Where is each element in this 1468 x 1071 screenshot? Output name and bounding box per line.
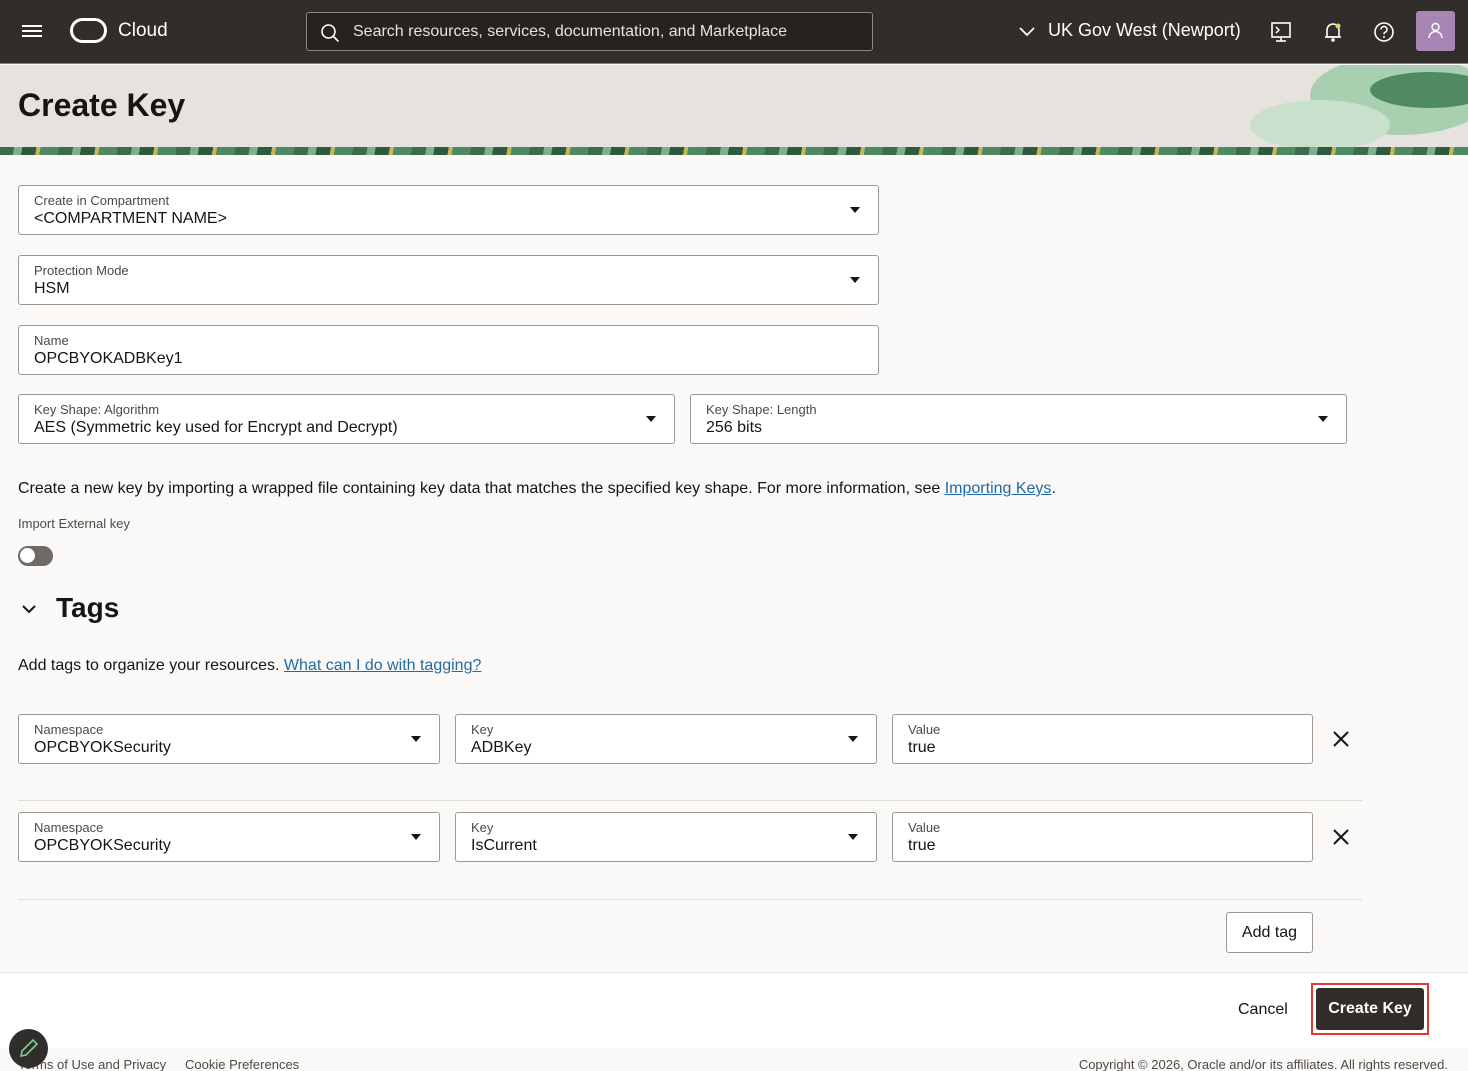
tag-namespace-select[interactable]: Namespace OPCBYOKSecurity	[18, 714, 440, 764]
tag-key-label: Key	[471, 722, 494, 737]
cookie-preferences-link[interactable]: Cookie Preferences	[185, 1057, 299, 1071]
toggle-knob	[20, 548, 35, 563]
help-icon[interactable]	[1370, 18, 1398, 46]
key-length-value: 256 bits	[706, 419, 763, 436]
protection-mode-value: HSM	[34, 280, 70, 297]
namespace-label: Namespace	[34, 820, 104, 835]
cloud-shell-icon[interactable]	[1267, 18, 1295, 46]
protection-mode-label: Protection Mode	[34, 263, 129, 278]
compartment-select[interactable]: Create in Compartment <COMPARTMENT NAME>	[18, 185, 879, 235]
tag-value-label: Value	[908, 820, 941, 835]
tag-value-value[interactable]: true	[908, 837, 936, 855]
add-tag-button[interactable]: Add tag	[1226, 912, 1313, 953]
import-external-key-label: Import External key	[18, 516, 130, 531]
tag-key-select[interactable]: Key ADBKey	[455, 714, 877, 764]
cancel-button[interactable]: Cancel	[1222, 997, 1304, 1023]
pencil-icon	[19, 1038, 39, 1058]
caret-down-icon	[850, 207, 860, 213]
import-info-body: Create a new key by importing a wrapped …	[18, 480, 945, 497]
user-icon	[1428, 22, 1443, 39]
tags-section-title: Tags	[56, 592, 120, 623]
search-input[interactable]	[353, 13, 863, 50]
key-algorithm-value: AES (Symmetric key used for Encrypt and …	[34, 419, 398, 436]
cloud-logo[interactable]	[70, 18, 107, 43]
import-info-text: Create a new key by importing a wrapped …	[18, 480, 1056, 497]
caret-down-icon	[848, 736, 858, 742]
create-key-button[interactable]: Create Key	[1316, 988, 1424, 1030]
name-label: Name	[34, 333, 69, 348]
import-external-key-toggle[interactable]	[18, 546, 53, 566]
caret-down-icon	[848, 834, 858, 840]
page-title: Create Key	[18, 87, 186, 123]
caret-down-icon	[1318, 416, 1328, 422]
key-algorithm-select[interactable]: Key Shape: Algorithm AES (Symmetric key …	[18, 394, 675, 444]
region-selector[interactable]: UK Gov West (Newport)	[1018, 20, 1241, 41]
compartment-value: <COMPARTMENT NAME>	[34, 210, 227, 227]
importing-keys-link[interactable]: Importing Keys	[945, 480, 1052, 497]
menu-icon[interactable]	[20, 22, 44, 42]
key-length-select[interactable]: Key Shape: Length 256 bits	[690, 394, 1347, 444]
decorative-stripe	[0, 147, 1468, 155]
name-field[interactable]: Name OPCBYOKADBKey1	[18, 325, 879, 375]
form-action-bar: Cancel Create Key	[0, 972, 1468, 1048]
tag-namespace-select[interactable]: Namespace OPCBYOKSecurity	[18, 812, 440, 862]
search-box[interactable]	[306, 12, 873, 51]
namespace-label: Namespace	[34, 722, 104, 737]
tag-key-select[interactable]: Key IsCurrent	[455, 812, 877, 862]
bell-icon[interactable]	[1319, 18, 1347, 46]
search-icon	[321, 24, 340, 43]
tags-description-body: Add tags to organize your resources.	[18, 657, 284, 674]
remove-tag-close-icon[interactable]	[1329, 727, 1353, 751]
name-value[interactable]: OPCBYOKADBKey1	[34, 350, 183, 368]
tag-key-label: Key	[471, 820, 494, 835]
caret-down-icon	[411, 834, 421, 840]
namespace-value: OPCBYOKSecurity	[34, 739, 171, 756]
tagging-help-link[interactable]: What can I do with tagging?	[284, 657, 481, 674]
caret-down-icon	[850, 277, 860, 283]
user-avatar[interactable]	[1416, 11, 1455, 51]
remove-tag-close-icon[interactable]	[1329, 825, 1353, 849]
protection-mode-select[interactable]: Protection Mode HSM	[18, 255, 879, 305]
tag-value-value[interactable]: true	[908, 739, 936, 757]
caret-down-icon	[411, 736, 421, 742]
tag-key-value: IsCurrent	[471, 837, 537, 854]
namespace-value: OPCBYOKSecurity	[34, 837, 171, 854]
copyright-text: Copyright © 2026, Oracle and/or its affi…	[1078, 1057, 1448, 1071]
legal-footer: Terms of Use and Privacy Cookie Preferen…	[0, 1048, 1468, 1071]
compartment-label: Create in Compartment	[34, 193, 170, 208]
tags-description: Add tags to organize your resources. Wha…	[18, 657, 481, 675]
tag-key-value: ADBKey	[471, 739, 532, 756]
tag-row-divider	[18, 800, 1362, 801]
caret-down-icon	[646, 416, 656, 422]
tag-row-divider	[18, 899, 1362, 900]
page-header-banner: Create Key	[0, 65, 1468, 155]
top-navigation-bar: Cloud UK Gov West (Newport)	[0, 0, 1468, 64]
decorative-foliage	[1250, 65, 1468, 150]
region-label: UK Gov West (Newport)	[1048, 20, 1241, 40]
tag-value-field[interactable]: Value true	[892, 812, 1313, 862]
key-algorithm-label: Key Shape: Algorithm	[34, 402, 160, 417]
feedback-button[interactable]	[9, 1029, 48, 1068]
chevron-down-icon	[1019, 26, 1035, 36]
tag-value-label: Value	[908, 722, 941, 737]
brand-label[interactable]: Cloud	[118, 20, 168, 42]
key-length-label: Key Shape: Length	[706, 402, 817, 417]
chevron-down-icon[interactable]	[20, 600, 38, 618]
tag-value-field[interactable]: Value true	[892, 714, 1313, 764]
